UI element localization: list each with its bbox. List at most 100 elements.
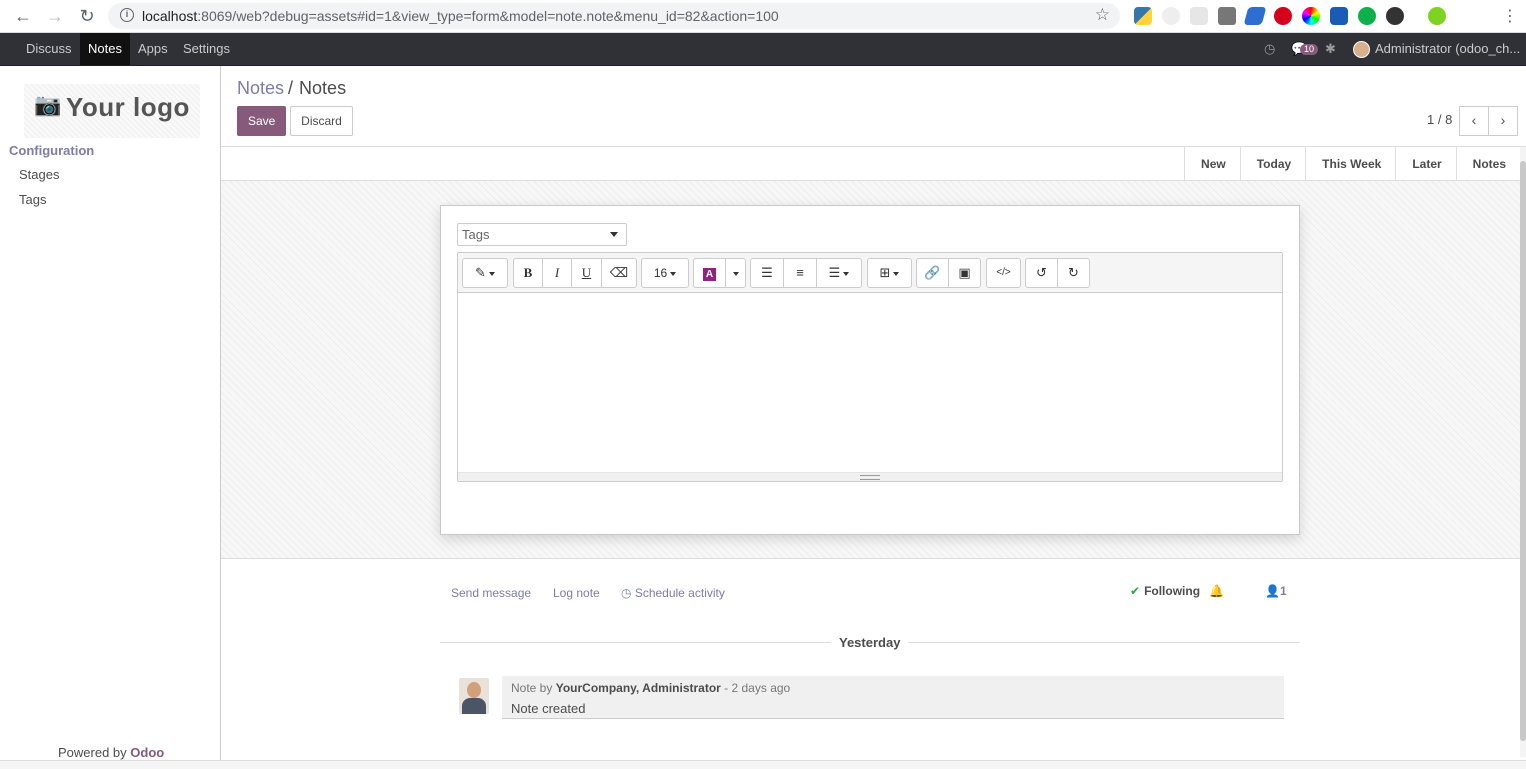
- user-icon: 👤: [1265, 584, 1280, 598]
- forward-icon[interactable]: →: [44, 5, 66, 27]
- save-button[interactable]: Save: [237, 106, 286, 136]
- following-label: Following: [1144, 584, 1201, 598]
- log-note-button[interactable]: Log note: [553, 586, 600, 600]
- stage-new[interactable]: New: [1185, 147, 1241, 181]
- breadcrumb-separator: /: [288, 78, 294, 98]
- debug-bug-icon[interactable]: ✱: [1325, 41, 1336, 57]
- main-navbar: Discuss Notes Apps Settings ◷ 💬 10 ✱ Adm…: [0, 33, 1526, 66]
- pager-next-icon[interactable]: ›: [1488, 106, 1518, 136]
- bookmark-star-icon[interactable]: ☆: [1095, 5, 1110, 25]
- reload-icon[interactable]: ↻: [76, 5, 98, 27]
- stage-notes[interactable]: Notes: [1457, 147, 1520, 181]
- powered-by: Powered by Odoo: [58, 745, 164, 760]
- code-view-icon[interactable]: </>: [987, 259, 1020, 287]
- color-dropdown-icon[interactable]: [726, 259, 745, 287]
- extension-icon[interactable]: [1190, 7, 1208, 25]
- message-body: Note created: [511, 701, 586, 716]
- style-group: ✎: [462, 258, 508, 288]
- note-editor: ✎ B I U ⌫ 16 A ☰ ≡ ☰ ⊞ 🔗 ▣ </> ↺ ↻: [457, 252, 1283, 482]
- history-group: ↺ ↻: [1025, 258, 1090, 288]
- following-button[interactable]: ✔ Following: [1130, 584, 1200, 598]
- followers-button[interactable]: 👤1: [1265, 584, 1287, 598]
- form-statusbar: New Today This Week Later Notes: [221, 147, 1520, 181]
- followers-count: 1: [1279, 584, 1287, 598]
- clock-icon: ◷: [621, 586, 635, 600]
- python-extension-icon[interactable]: [1134, 7, 1152, 25]
- magic-wand-icon[interactable]: ✎: [463, 259, 507, 287]
- breadcrumb: Notes / Notes: [237, 78, 346, 99]
- chevron-down-icon[interactable]: [610, 232, 618, 237]
- underline-icon[interactable]: U: [572, 259, 602, 287]
- profile-icon[interactable]: [1428, 7, 1446, 25]
- redo-icon[interactable]: ↻: [1058, 259, 1089, 287]
- italic-icon[interactable]: I: [543, 259, 572, 287]
- message-author[interactable]: YourCompany, Administrator: [556, 681, 721, 695]
- eraser-icon[interactable]: ⌫: [602, 259, 636, 287]
- bold-icon[interactable]: B: [514, 259, 543, 287]
- menu-apps[interactable]: Apps: [130, 33, 176, 65]
- breadcrumb-parent[interactable]: Notes: [237, 78, 284, 98]
- bell-icon[interactable]: 🔔: [1209, 584, 1224, 598]
- color-group: A: [693, 258, 746, 288]
- discard-button[interactable]: Discard: [290, 106, 353, 136]
- editor-toolbar: ✎ B I U ⌫ 16 A ☰ ≡ ☰ ⊞ 🔗 ▣ </> ↺ ↻: [458, 253, 1282, 293]
- bottom-status-bar: [0, 760, 1526, 769]
- odoo-link[interactable]: Odoo: [130, 745, 164, 760]
- pager-previous-icon[interactable]: ‹: [1459, 106, 1489, 136]
- send-message-button[interactable]: Send message: [451, 586, 531, 600]
- table-icon[interactable]: ⊞: [868, 259, 911, 287]
- text-color-icon[interactable]: A: [694, 259, 726, 287]
- picture-icon[interactable]: ▣: [949, 259, 980, 287]
- pen-extension-icon[interactable]: [1243, 7, 1267, 25]
- camera-extension-icon[interactable]: [1218, 7, 1236, 25]
- address-bar[interactable]: i localhost:8069/web?debug=assets#id=1&v…: [108, 3, 1120, 29]
- yab-extension-icon[interactable]: [1274, 7, 1292, 25]
- bullet-list-icon[interactable]: ☰: [751, 259, 784, 287]
- editor-content[interactable]: [458, 294, 1282, 472]
- avatar[interactable]: [459, 678, 489, 714]
- company-logo[interactable]: 📷 Your logo: [24, 84, 200, 138]
- app-sidebar: 📷 Your logo Configuration Stages Tags Po…: [0, 66, 221, 769]
- spy-extension-icon[interactable]: [1386, 7, 1404, 25]
- back-icon[interactable]: ←: [12, 5, 34, 27]
- chatter-message: Note by YourCompany, Administrator - 2 d…: [502, 676, 1284, 719]
- user-menu[interactable]: Administrator (odoo_ch...: [1375, 33, 1526, 65]
- insert-group: 🔗 ▣: [916, 258, 981, 288]
- color-extension-icon[interactable]: [1302, 7, 1320, 25]
- page-scrollbar[interactable]: [1520, 147, 1526, 757]
- stage-later[interactable]: Later: [1396, 147, 1457, 181]
- stage-this-week[interactable]: This Week: [1306, 147, 1397, 181]
- menu-notes[interactable]: Notes: [80, 33, 130, 65]
- pager-value[interactable]: 1 / 8: [1427, 112, 1452, 127]
- sidebar-section-configuration[interactable]: Configuration: [9, 143, 94, 158]
- date-separator-label: Yesterday: [831, 635, 909, 650]
- numbered-list-icon[interactable]: ≡: [784, 259, 817, 287]
- tags-input[interactable]: Tags: [457, 223, 627, 246]
- stage-today[interactable]: Today: [1241, 147, 1307, 181]
- menu-settings[interactable]: Settings: [175, 33, 238, 65]
- link-icon[interactable]: 🔗: [917, 259, 949, 287]
- undo-icon[interactable]: ↺: [1026, 259, 1058, 287]
- chat-extension-icon[interactable]: [1358, 7, 1376, 25]
- url-text[interactable]: localhost:8069/web?debug=assets#id=1&vie…: [142, 8, 779, 24]
- resize-grip-icon[interactable]: [860, 475, 880, 480]
- editor-resize-handle[interactable]: [458, 472, 1282, 481]
- sidebar-item-stages[interactable]: Stages: [19, 167, 59, 182]
- paragraph-group: ☰ ≡ ☰: [750, 258, 862, 288]
- stage-list: New Today This Week Later Notes: [1184, 147, 1520, 181]
- align-icon[interactable]: ☰: [817, 259, 861, 287]
- message-header: Note by YourCompany, Administrator - 2 d…: [511, 681, 790, 695]
- form-sheet-background: Tags ✎ B I U ⌫ 16 A ☰ ≡ ☰ ⊞ 🔗 ▣ </> ↺ ↻: [221, 181, 1520, 559]
- schedule-activity-button[interactable]: ◷ Schedule activity: [621, 586, 725, 600]
- user-avatar[interactable]: [1353, 41, 1370, 58]
- menu-discuss[interactable]: Discuss: [18, 33, 80, 65]
- browser-menu-icon[interactable]: ⋮: [1502, 6, 1518, 26]
- s-extension-icon[interactable]: [1330, 7, 1348, 25]
- scrollbar-thumb[interactable]: [1520, 161, 1526, 741]
- font-size-group: 16: [641, 258, 689, 288]
- activity-clock-icon[interactable]: ◷: [1264, 41, 1275, 57]
- font-size-dropdown[interactable]: 16: [642, 259, 688, 287]
- sidebar-item-tags[interactable]: Tags: [19, 192, 46, 207]
- info-icon[interactable]: i: [120, 8, 134, 22]
- extension-icon[interactable]: [1162, 7, 1180, 25]
